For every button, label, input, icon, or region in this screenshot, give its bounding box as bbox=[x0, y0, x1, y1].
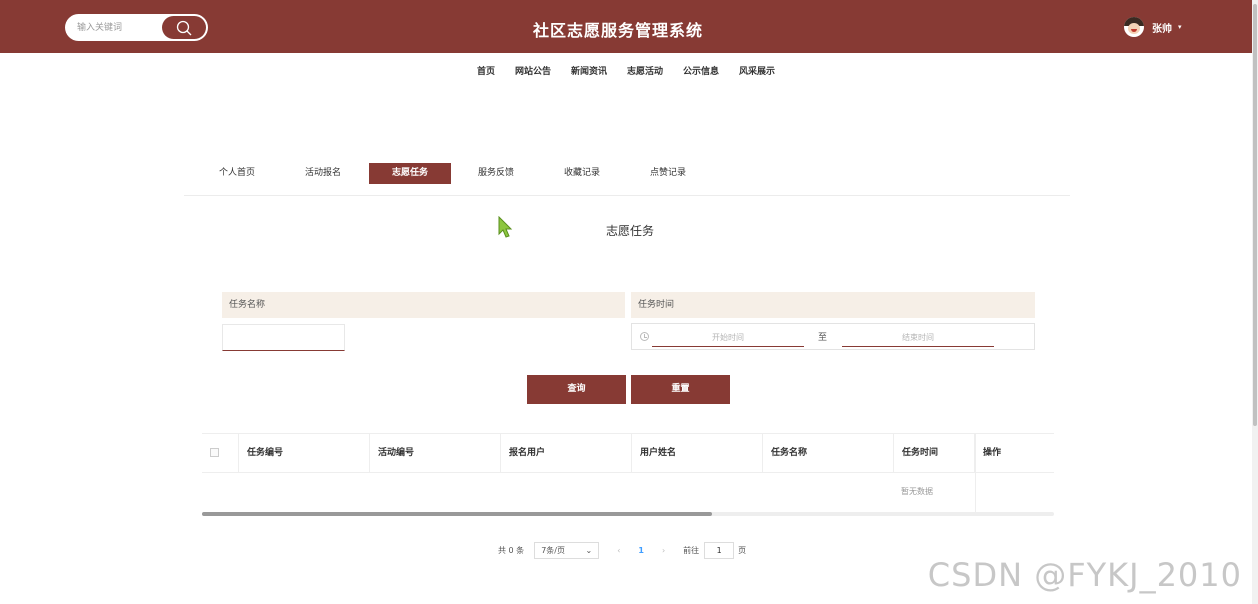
goto-unit: 页 bbox=[738, 545, 747, 555]
goto-page-input[interactable]: 1 bbox=[704, 541, 735, 559]
clock-icon bbox=[640, 332, 649, 341]
task-time-range: 开始时间 至 结束时间 bbox=[631, 323, 1035, 350]
empty-state: 暂无数据 bbox=[901, 487, 933, 496]
tab-service-feedback[interactable]: 服务反馈 bbox=[461, 163, 531, 184]
nav-item-publicity[interactable]: 公示信息 bbox=[673, 64, 729, 77]
prev-page-button[interactable]: ‹ bbox=[617, 546, 620, 555]
current-page[interactable]: 1 bbox=[638, 546, 644, 555]
page-scrollbar[interactable] bbox=[1252, 0, 1258, 604]
watermark: CSDN @FYKJ_2010 bbox=[927, 556, 1242, 594]
user-menu[interactable]: 张帅 ▾ bbox=[1124, 16, 1182, 38]
page-size-select[interactable]: 7条/页 ⌄ bbox=[534, 541, 600, 559]
chevron-down-icon: ⌄ bbox=[585, 545, 593, 555]
top-header: 社区志愿服务管理系统 张帅 ▾ bbox=[0, 0, 1252, 53]
col-activity-id[interactable]: 活动编号 bbox=[370, 434, 501, 473]
avatar bbox=[1124, 17, 1144, 37]
pagination: 共 0 条 7条/页 ⌄ ‹ 1 › 前往 1 页 bbox=[498, 541, 746, 559]
user-name: 张帅 bbox=[1152, 23, 1172, 35]
end-date-input[interactable]: 结束时间 bbox=[842, 329, 994, 347]
start-date-input[interactable]: 开始时间 bbox=[652, 329, 804, 347]
select-all-cell bbox=[202, 434, 239, 473]
range-separator: 至 bbox=[818, 333, 828, 343]
task-name-input[interactable] bbox=[222, 324, 345, 351]
task-time-label: 任务时间 bbox=[631, 292, 1035, 318]
actions-fixed-column bbox=[975, 433, 1054, 515]
col-task-time[interactable]: 任务时间 bbox=[894, 434, 975, 473]
reset-button[interactable]: 重置 bbox=[631, 375, 730, 404]
page-title-text: 志愿任务 bbox=[605, 224, 654, 238]
tab-profile-home[interactable]: 个人首页 bbox=[202, 163, 272, 184]
main-nav: 首页 网站公告 新闻资讯 志愿活动 公示信息 风采展示 bbox=[0, 64, 1252, 77]
next-page-button[interactable]: › bbox=[662, 546, 665, 555]
chevron-down-icon: ▾ bbox=[1178, 23, 1182, 31]
tab-likes[interactable]: 点赞记录 bbox=[633, 163, 703, 184]
nav-item-news[interactable]: 新闻资讯 bbox=[561, 64, 617, 77]
goto-label: 前往 bbox=[683, 545, 700, 555]
nav-item-activity[interactable]: 志愿活动 bbox=[617, 64, 673, 77]
nav-item-home[interactable]: 首页 bbox=[467, 64, 505, 77]
profile-tabs: 个人首页 活动报名 志愿任务 服务反馈 收藏记录 点赞记录 bbox=[184, 162, 1070, 196]
page-size-value: 7条/页 bbox=[541, 545, 565, 555]
col-task-name[interactable]: 任务名称 bbox=[763, 434, 894, 473]
nav-item-gallery[interactable]: 风采展示 bbox=[729, 64, 785, 77]
table-horizontal-scrollbar[interactable] bbox=[202, 512, 1054, 516]
col-signup-user[interactable]: 报名用户 bbox=[501, 434, 632, 473]
mouse-cursor-icon bbox=[498, 216, 513, 238]
nav-item-notice[interactable]: 网站公告 bbox=[505, 64, 561, 77]
table-header: 任务编号 活动编号 报名用户 用户姓名 任务名称 任务时间 操作 bbox=[202, 433, 1054, 473]
page-title: 志愿任务 bbox=[598, 222, 662, 240]
col-user-name[interactable]: 用户姓名 bbox=[632, 434, 763, 473]
query-button[interactable]: 查询 bbox=[527, 375, 626, 404]
tab-volunteer-tasks[interactable]: 志愿任务 bbox=[369, 163, 451, 184]
select-all-checkbox[interactable] bbox=[210, 448, 219, 457]
task-name-label: 任务名称 bbox=[222, 292, 625, 318]
tab-activity-signup[interactable]: 活动报名 bbox=[288, 163, 358, 184]
app-title: 社区志愿服务管理系统 bbox=[532, 21, 703, 40]
pagination-total: 共 0 条 bbox=[498, 545, 525, 555]
col-task-id[interactable]: 任务编号 bbox=[239, 434, 370, 473]
tab-favorites[interactable]: 收藏记录 bbox=[547, 163, 617, 184]
